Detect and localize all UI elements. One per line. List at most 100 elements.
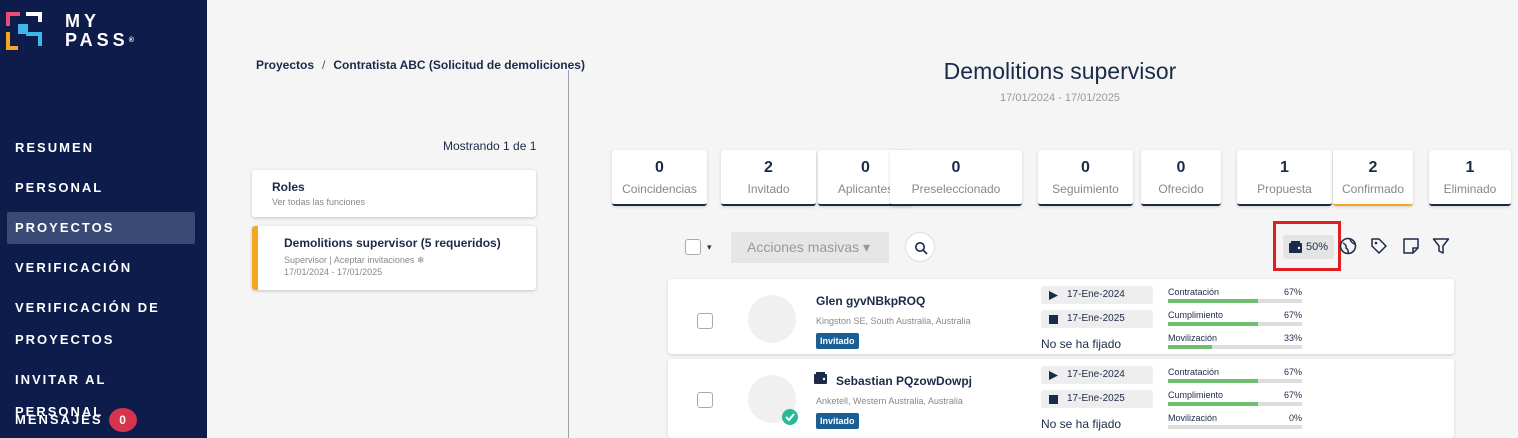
stage-label: Confirmado	[1341, 182, 1405, 196]
end-date: 17-Ene-2025	[1041, 390, 1153, 408]
metric-movilizacion: Movilización 0%	[1168, 413, 1302, 429]
stop-icon	[1049, 315, 1058, 324]
nav-verificacion-proyectos[interactable]: VERIFICACIÓN DE	[7, 292, 195, 324]
stage-label: Eliminado	[1443, 182, 1497, 196]
metric-label: Movilización	[1168, 413, 1218, 423]
candidate-location: Kingston SE, South Australia, Australia	[816, 316, 971, 326]
select-all-checkbox[interactable]	[685, 239, 701, 255]
verified-check-icon	[782, 409, 798, 425]
metric-label: Cumplimiento	[1168, 310, 1224, 320]
nav-resumen[interactable]: RESUMEN	[7, 132, 195, 164]
metric-contratacion: Contratación 67%	[1168, 367, 1302, 383]
page-title: Demolitions supervisor	[943, 58, 1177, 84]
stage-label: Seguimiento	[1052, 182, 1119, 196]
project-role-card[interactable]: Demolitions supervisor (5 requeridos) Su…	[252, 226, 536, 290]
project-role-title: Demolitions supervisor (5 requeridos)	[284, 236, 501, 250]
stage-count: 0	[1081, 159, 1090, 176]
metric-bar	[1168, 345, 1302, 349]
not-set-label: No se ha fijado	[1041, 417, 1122, 431]
nav-mensajes[interactable]: MENSAJES 0	[7, 404, 195, 436]
metric-label: Contratación	[1168, 367, 1220, 377]
start-date: 17-Ene-2024	[1041, 286, 1153, 304]
project-role-dates: 17/01/2024 - 17/01/2025	[284, 267, 383, 277]
end-date-value: 17-Ene-2025	[1067, 313, 1125, 324]
metric-value: 67%	[1283, 310, 1302, 320]
end-date-value: 17-Ene-2025	[1067, 393, 1125, 404]
logo-text: MY PASS®	[65, 11, 134, 50]
roles-title: Roles	[272, 180, 305, 194]
nav-invitar-personal[interactable]: INVITAR AL PERSONAL	[7, 364, 195, 419]
note-icon[interactable]	[1402, 237, 1420, 255]
page-dates: 17/01/2024 - 17/01/2025	[1000, 92, 1120, 104]
search-button[interactable]	[905, 232, 935, 262]
select-all-dropdown[interactable]: ▾	[707, 242, 712, 253]
start-date: 17-Ene-2024	[1041, 366, 1153, 384]
stage-label: Propuesta	[1257, 182, 1312, 196]
filter-icon[interactable]	[1432, 237, 1450, 255]
end-date: 17-Ene-2025	[1041, 310, 1153, 328]
stage-eliminado[interactable]: 1 Eliminado	[1429, 150, 1511, 206]
metric-label: Movilización	[1168, 333, 1218, 343]
stage-invitado[interactable]: 2 Invitado	[721, 150, 816, 206]
candidate-location: Anketell, Western Australia, Australia	[816, 396, 963, 406]
column-divider	[568, 70, 569, 438]
metric-bar	[1168, 425, 1302, 429]
metric-label: Contratación	[1168, 287, 1220, 297]
play-icon	[1049, 371, 1058, 380]
metric-bar-fill	[1168, 322, 1258, 326]
metric-movilizacion: Movilización 33%	[1168, 333, 1302, 349]
metric-cumplimiento: Cumplimiento 67%	[1168, 310, 1302, 326]
stage-confirmado[interactable]: 2 Confirmado	[1333, 150, 1413, 206]
tag-icon[interactable]	[1370, 237, 1388, 255]
stage-count: 0	[951, 159, 961, 176]
candidate-checkbox[interactable]	[697, 392, 713, 408]
metric-value: 33%	[1283, 333, 1302, 343]
start-date-value: 17-Ene-2024	[1067, 369, 1125, 380]
roles-card[interactable]: Roles Ver todas las funciones	[252, 170, 536, 217]
metric-bar-fill	[1168, 299, 1258, 303]
globe-icon[interactable]	[1339, 237, 1357, 255]
stage-label: Ofrecido	[1158, 182, 1204, 196]
sidebar: MY PASS® RESUMEN PERSONAL PROYECTOS VERI…	[0, 0, 207, 438]
candidate-row[interactable]: Sebastian PQzowDowpj Anketell, Western A…	[668, 359, 1454, 438]
stage-count: 2	[764, 159, 773, 176]
metric-bar	[1168, 379, 1302, 383]
start-date-value: 17-Ene-2024	[1067, 289, 1125, 300]
stage-label: Coincidencias	[622, 182, 697, 196]
stage-count: 2	[1368, 159, 1378, 176]
stage-label: Preseleccionado	[911, 182, 1001, 196]
stage-label: Invitado	[747, 182, 790, 196]
metric-bar-fill	[1168, 379, 1258, 383]
avatar	[748, 295, 796, 343]
wallet-icon	[814, 372, 827, 384]
metric-bar	[1168, 299, 1302, 303]
metric-value: 67%	[1283, 287, 1302, 297]
stage-ofrecido[interactable]: 0 Ofrecido	[1141, 150, 1221, 206]
metric-bar	[1168, 402, 1302, 406]
mypass-logo[interactable]	[6, 12, 46, 50]
metric-bar	[1168, 322, 1302, 326]
nav-verificacion[interactable]: VERIFICACIÓN	[7, 252, 195, 284]
status-badge: Invitado	[816, 333, 859, 349]
breadcrumb-separator: /	[322, 58, 326, 72]
stop-icon	[1049, 395, 1058, 404]
nav-proyectos[interactable]: PROYECTOS	[7, 212, 195, 244]
bulk-actions-button[interactable]: Acciones masivas ▾	[731, 232, 889, 263]
stage-preseleccionado[interactable]: 0 Preseleccionado	[890, 150, 1022, 206]
candidate-name[interactable]: Glen gyvNBkpROQ	[816, 294, 925, 308]
bulk-actions-label: Acciones masivas	[747, 239, 860, 255]
stage-coincidencias[interactable]: 0 Coincidencias	[612, 150, 707, 206]
metric-cumplimiento: Cumplimiento 67%	[1168, 390, 1302, 406]
messages-count-badge: 0	[108, 408, 137, 432]
candidate-checkbox[interactable]	[697, 313, 713, 329]
candidate-row[interactable]: Glen gyvNBkpROQ Kingston SE, South Austr…	[668, 279, 1454, 354]
play-icon	[1049, 291, 1058, 300]
stage-seguimiento[interactable]: 0 Seguimiento	[1038, 150, 1133, 206]
stage-count: 1	[1465, 159, 1475, 176]
candidate-name[interactable]: Sebastian PQzowDowpj	[836, 374, 972, 388]
nav-personal[interactable]: PERSONAL	[7, 172, 195, 204]
nav-verificacion-proyectos-line2[interactable]: PROYECTOS	[7, 324, 195, 356]
stage-propuesta[interactable]: 1 Propuesta	[1237, 150, 1332, 206]
breadcrumb-root[interactable]: Proyectos	[256, 58, 314, 72]
chevron-down-icon: ▾	[862, 239, 870, 255]
